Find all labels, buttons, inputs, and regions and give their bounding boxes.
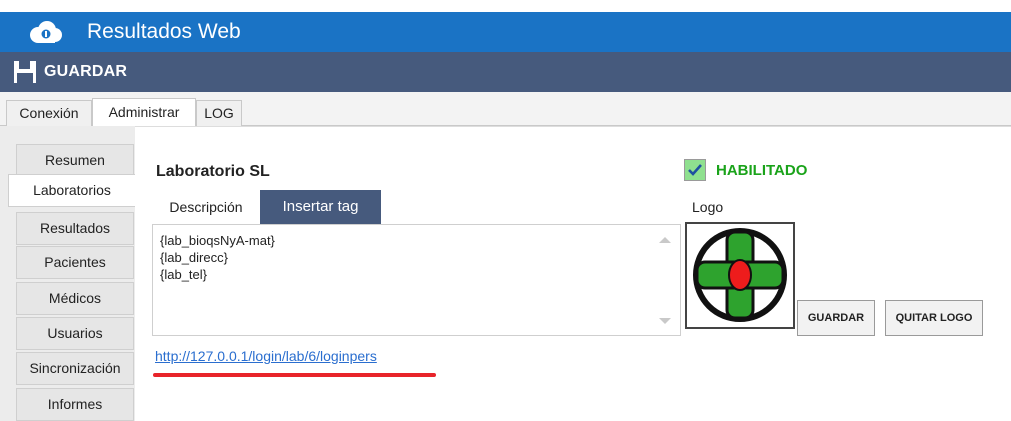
description-line: {lab_direcc} (160, 250, 228, 265)
logo-image (685, 222, 795, 329)
tab-log[interactable]: LOG (196, 100, 242, 126)
sidebar-item-sincronizacion[interactable]: Sincronización (16, 352, 134, 385)
checkmark-icon (688, 164, 702, 176)
green-cross-logo-icon (693, 228, 787, 322)
title-bar: Resultados Web (0, 12, 1011, 52)
tab-administrar[interactable]: Administrar (92, 98, 196, 126)
enabled-checkbox[interactable] (684, 159, 706, 181)
sidebar-item-usuarios[interactable]: Usuarios (16, 317, 134, 350)
remove-logo-button[interactable]: QUITAR LOGO (885, 300, 983, 336)
logo-label: Logo (692, 199, 724, 215)
scroll-up-arrow-icon[interactable] (659, 237, 671, 243)
sidebar-item-laboratorios[interactable]: Laboratorios (8, 174, 135, 207)
description-editor[interactable]: {lab_bioqsNyA-mat} {lab_direcc} {lab_tel… (152, 224, 681, 336)
app-title: Resultados Web (87, 20, 241, 43)
scroll-down-arrow-icon[interactable] (659, 318, 671, 324)
tab-strip: Conexión Administrar LOG (0, 92, 1011, 126)
lab-name: Laboratorio SL (156, 163, 270, 180)
description-line: {lab_bioqsNyA-mat} (160, 233, 275, 248)
sidebar-item-resumen[interactable]: Resumen (16, 144, 134, 177)
red-underline-annotation (153, 373, 436, 377)
tab-descripcion[interactable]: Descripción (152, 190, 260, 224)
insert-tag-button[interactable]: Insertar tag (260, 190, 381, 224)
save-logo-button[interactable]: GUARDAR (797, 300, 875, 336)
sidebar-item-informes[interactable]: Informes (16, 388, 134, 421)
tab-conexion[interactable]: Conexión (6, 100, 92, 126)
cloud-icon (30, 21, 62, 43)
save-button-label: GUARDAR (44, 63, 128, 80)
sidebar-item-resultados[interactable]: Resultados (16, 212, 134, 245)
sidebar-item-medicos[interactable]: Médicos (16, 282, 134, 315)
floppy-disk-icon (14, 61, 36, 83)
enabled-label: HABILITADO (716, 162, 808, 179)
login-url-link[interactable]: http://127.0.0.1/login/lab/6/loginpers (155, 348, 377, 364)
toolbar: GUARDAR (0, 52, 1011, 92)
description-line: {lab_tel} (160, 267, 207, 282)
sidebar-item-pacientes[interactable]: Pacientes (16, 246, 134, 279)
